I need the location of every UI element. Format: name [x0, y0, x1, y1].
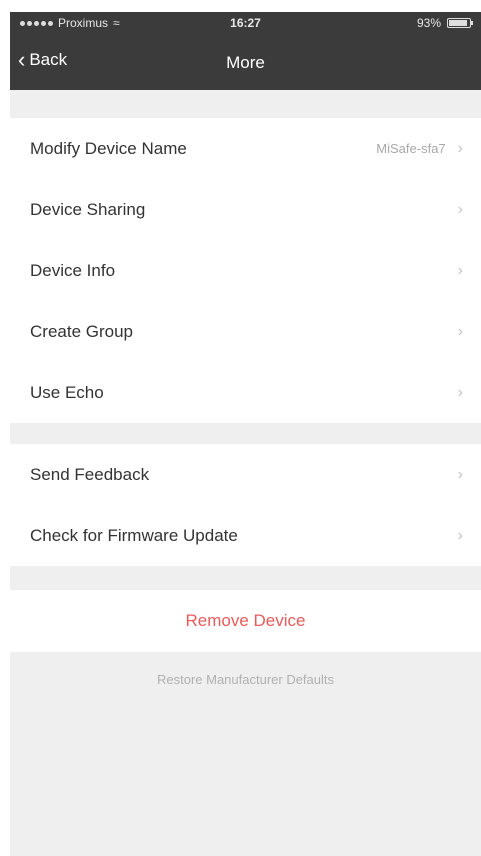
status-bar: Proximus ≈ 16:27 93% [10, 12, 481, 34]
row-label: Use Echo [30, 382, 104, 402]
row-label: Check for Firmware Update [30, 525, 238, 545]
row-modify-device-name[interactable]: Modify Device Name MiSafe-sfa7 › [10, 118, 481, 179]
remove-device-button[interactable]: Remove Device [10, 590, 481, 652]
row-device-sharing[interactable]: Device Sharing › [10, 179, 481, 240]
row-use-echo[interactable]: Use Echo › [10, 362, 481, 423]
header: Proximus ≈ 16:27 93% ‹ Back More [10, 12, 481, 90]
row-label: Send Feedback [30, 464, 150, 484]
page-title: More [226, 53, 265, 72]
chevron-right-icon: › [457, 139, 463, 157]
row-label: Create Group [30, 321, 133, 341]
status-right: 93% [416, 16, 473, 30]
restore-defaults-link[interactable]: Restore Manufacturer Defaults [10, 672, 481, 687]
row-create-group[interactable]: Create Group › [10, 301, 481, 362]
row-label: Device Sharing [30, 199, 146, 219]
status-time: 16:27 [230, 16, 261, 30]
chevron-right-icon: › [457, 465, 463, 483]
row-label: Device Info [30, 260, 116, 280]
settings-group-device: Modify Device Name MiSafe-sfa7 › Device … [10, 118, 481, 423]
remove-device-label: Remove Device [185, 611, 306, 630]
device-name-value: MiSafe-sfa7 [376, 141, 446, 156]
row-label: Modify Device Name [30, 138, 187, 158]
chevron-right-icon: › [457, 322, 463, 340]
settings-group-support: Send Feedback › Check for Firmware Updat… [10, 444, 481, 566]
row-device-info[interactable]: Device Info › [10, 240, 481, 301]
phone-screen: Proximus ≈ 16:27 93% ‹ Back More Modify … [10, 12, 481, 856]
row-send-feedback[interactable]: Send Feedback › [10, 444, 481, 505]
chevron-right-icon: › [457, 200, 463, 218]
chevron-right-icon: › [457, 383, 463, 401]
chevron-right-icon: › [457, 261, 463, 279]
navigation-bar: ‹ Back More [10, 42, 481, 82]
battery-percent: 93% [416, 16, 441, 30]
row-firmware-update[interactable]: Check for Firmware Update › [10, 505, 481, 566]
battery-icon [447, 18, 473, 28]
chevron-right-icon: › [457, 526, 463, 544]
